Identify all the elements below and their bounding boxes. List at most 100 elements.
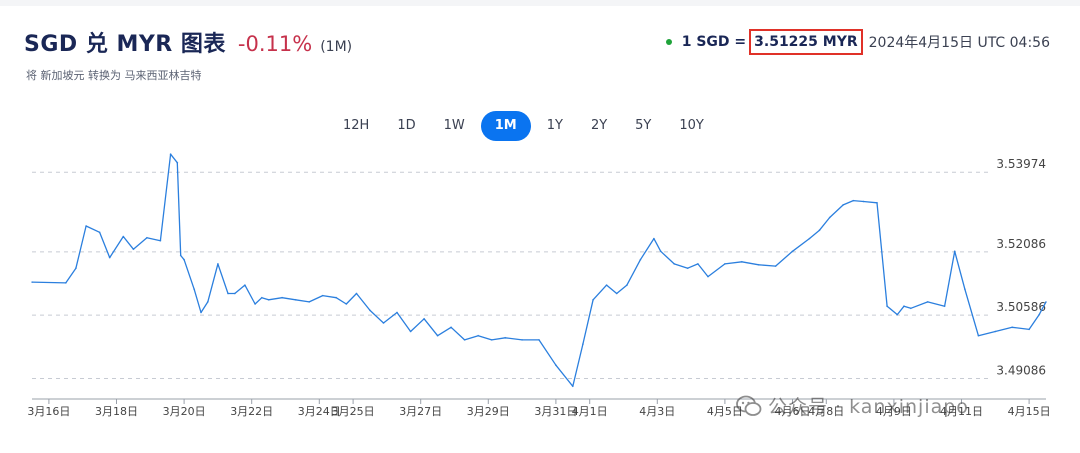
data-point bbox=[504, 336, 507, 339]
time-range-tabs: 12H 1D 1W 1M 1Y 2Y 5Y 10Y bbox=[331, 111, 720, 141]
data-point bbox=[321, 294, 324, 297]
top-bar bbox=[0, 0, 1080, 6]
watermark-text: 公众号 · kanxinjiapo bbox=[768, 396, 969, 418]
data-point bbox=[423, 317, 425, 320]
data-point bbox=[953, 250, 956, 253]
data-point bbox=[335, 296, 338, 299]
data-point bbox=[132, 248, 135, 251]
data-point bbox=[697, 263, 699, 265]
data-point bbox=[200, 311, 202, 314]
data-point bbox=[686, 267, 689, 270]
x-tick-label: 3月20日 bbox=[163, 405, 206, 418]
data-point bbox=[659, 250, 662, 253]
live-status-dot-icon bbox=[665, 39, 672, 45]
data-point bbox=[244, 284, 246, 286]
y-tick-label: 3.49086 bbox=[996, 363, 1046, 377]
data-point bbox=[463, 339, 466, 341]
data-point bbox=[977, 334, 980, 337]
data-point bbox=[828, 216, 831, 219]
data-point bbox=[477, 334, 480, 337]
data-point bbox=[818, 229, 821, 232]
series-line bbox=[31, 153, 1047, 387]
data-point bbox=[308, 301, 311, 303]
rate-prefix: 1 SGD = bbox=[681, 34, 747, 50]
data-point bbox=[909, 307, 912, 310]
data-point bbox=[615, 292, 618, 295]
watermark: 公众号 · kanxinjiapo bbox=[736, 392, 969, 419]
data-point bbox=[521, 339, 523, 341]
data-point bbox=[64, 282, 67, 284]
data-point bbox=[294, 298, 297, 301]
rate-value: 3.51225 MYR bbox=[749, 29, 863, 55]
data-point bbox=[260, 296, 263, 299]
x-tick-label: 4月1日 bbox=[572, 405, 608, 418]
data-point bbox=[409, 330, 412, 333]
data-point bbox=[673, 263, 676, 265]
data-point bbox=[382, 322, 385, 324]
data-point bbox=[31, 281, 33, 283]
data-point bbox=[862, 200, 865, 203]
y-tick-label: 3.50586 bbox=[996, 300, 1046, 314]
data-point bbox=[639, 258, 642, 261]
data-point bbox=[555, 364, 557, 367]
data-point bbox=[707, 275, 709, 278]
x-tick-label: 3月25日 bbox=[332, 405, 375, 418]
page-title: SGD 兑 MYR 图表 bbox=[24, 32, 226, 57]
data-point bbox=[108, 256, 111, 259]
data-point bbox=[450, 326, 452, 329]
tab-1m[interactable]: 1M bbox=[480, 111, 531, 141]
data-point bbox=[217, 263, 219, 265]
data-point bbox=[122, 235, 125, 238]
data-point bbox=[964, 288, 966, 291]
data-point bbox=[227, 292, 229, 295]
tab-2y[interactable]: 2Y bbox=[579, 111, 619, 141]
data-point bbox=[169, 153, 172, 156]
data-point bbox=[538, 339, 540, 341]
data-point bbox=[98, 231, 101, 234]
data-point bbox=[653, 237, 655, 240]
rate-timestamp: 2024年4月15日 UTC 04:56 bbox=[868, 35, 1050, 51]
period-label: (1M) bbox=[320, 39, 353, 55]
data-point bbox=[159, 239, 162, 242]
data-point bbox=[206, 301, 209, 303]
data-point bbox=[233, 292, 236, 295]
tab-12h[interactable]: 12H bbox=[331, 111, 381, 141]
tab-5y[interactable]: 5Y bbox=[623, 111, 663, 141]
tab-10y[interactable]: 10Y bbox=[667, 111, 715, 141]
current-rate: 1 SGD = 3.51225 MYR 2024年4月15日 UTC 04:56 bbox=[665, 29, 1050, 55]
data-point bbox=[896, 313, 899, 316]
x-tick-label: 3月22日 bbox=[230, 405, 273, 418]
data-point bbox=[852, 199, 855, 202]
data-point bbox=[436, 334, 439, 337]
data-point bbox=[926, 301, 929, 303]
data-point bbox=[179, 254, 182, 257]
data-point bbox=[626, 284, 628, 286]
data-point bbox=[842, 204, 845, 206]
tab-1w[interactable]: 1W bbox=[432, 111, 477, 141]
data-point bbox=[740, 260, 743, 263]
x-tick-label: 3月29日 bbox=[467, 405, 510, 418]
data-point bbox=[75, 267, 77, 270]
data-point bbox=[605, 284, 608, 286]
data-point bbox=[724, 263, 726, 265]
data-point bbox=[1011, 326, 1014, 329]
data-point bbox=[1038, 313, 1041, 316]
data-point bbox=[369, 309, 371, 312]
title-row: SGD 兑 MYR 图表 -0.11% (1M) bbox=[24, 26, 352, 58]
data-point bbox=[176, 161, 179, 164]
data-point bbox=[490, 339, 493, 341]
tab-1d[interactable]: 1D bbox=[385, 111, 427, 141]
data-point bbox=[886, 305, 888, 308]
x-tick-label: 3月27日 bbox=[399, 405, 442, 418]
data-point bbox=[146, 236, 148, 239]
data-point bbox=[757, 263, 760, 266]
x-tick-label: 3月18日 bbox=[95, 405, 138, 418]
data-point bbox=[281, 296, 283, 299]
change-percent: -0.11% bbox=[237, 32, 313, 56]
x-tick-label: 3月16日 bbox=[27, 405, 70, 418]
data-point bbox=[355, 292, 358, 295]
data-point bbox=[943, 305, 946, 308]
data-point bbox=[582, 343, 584, 345]
x-tick-label: 4月3日 bbox=[639, 405, 675, 418]
tab-1y[interactable]: 1Y bbox=[535, 111, 575, 141]
